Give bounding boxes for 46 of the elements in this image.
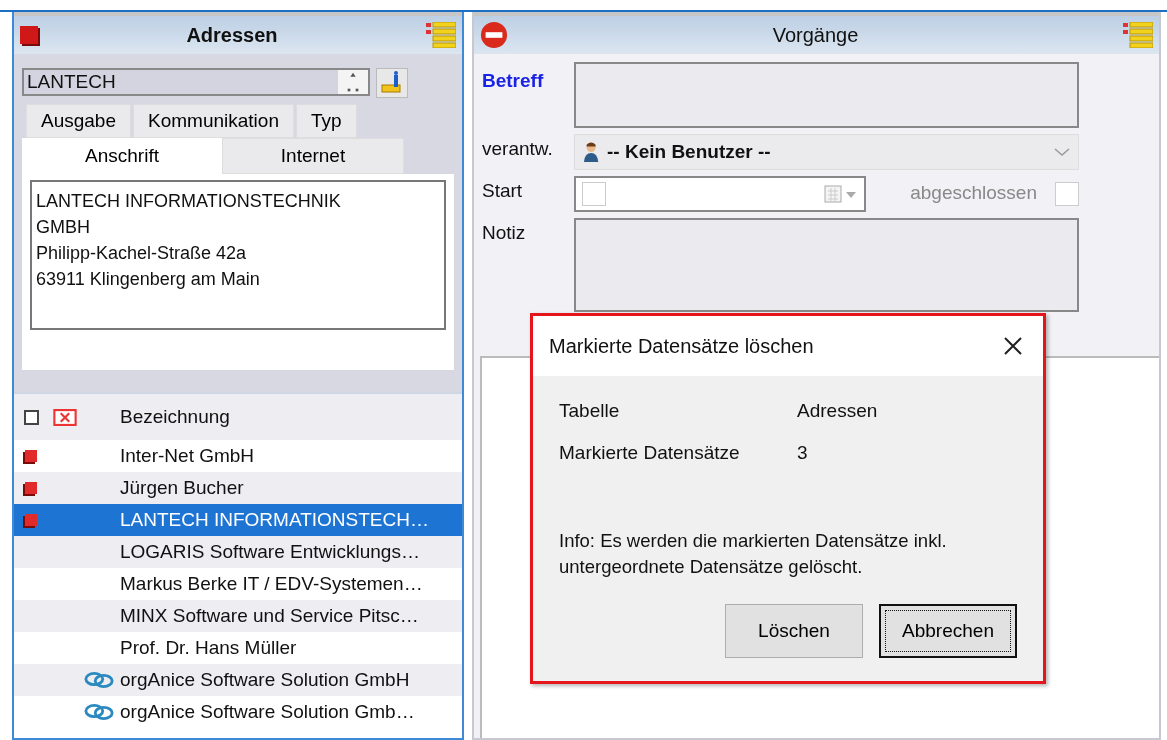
spinner-icon[interactable] — [338, 70, 368, 94]
checkbox[interactable] — [582, 182, 606, 206]
tab[interactable]: Ausgabe — [26, 104, 131, 138]
user-icon — [583, 140, 601, 164]
panel-title: Adressen — [185, 23, 279, 47]
list-icon[interactable] — [426, 22, 456, 48]
stop-icon[interactable] — [480, 21, 508, 49]
field-label: verantw. — [482, 137, 554, 160]
dialog-button[interactable]: Löschen — [725, 604, 863, 658]
dialog-title: Markierte Datensätze löschen — [549, 334, 814, 358]
chevron-down-icon[interactable] — [1054, 147, 1070, 157]
field-label: Start — [482, 179, 524, 202]
info-text: Info: Es werden die markierten Datensätze inkl. untergeordnete Datensätze gelöscht. — [559, 529, 948, 579]
delete-mark-icon[interactable] — [53, 408, 77, 426]
address-field[interactable]: LANTECH INFORMATIONSTECHNIK GMBH Philipp-Kachel-Straße 42a 63911 Klingenberg am Main — [30, 180, 446, 330]
table-row[interactable]: MINX Software und Service Pitsc… — [14, 600, 462, 632]
checkbox-icon[interactable] — [23, 409, 39, 425]
checkbox[interactable] — [1055, 182, 1079, 206]
table-row[interactable]: orgAnice Software Solution GmbH — [14, 664, 462, 696]
tab[interactable]: Typ — [295, 104, 357, 138]
field-value: Adressen — [797, 400, 878, 423]
tab[interactable]: Anschrift — [22, 138, 222, 174]
field-label: Notiz — [482, 221, 527, 244]
subject-field[interactable] — [574, 62, 1079, 128]
close-icon[interactable] — [1003, 336, 1023, 356]
list-icon[interactable] — [1123, 22, 1153, 48]
date-field[interactable] — [574, 176, 866, 212]
column-header[interactable]: Bezeichnung — [116, 406, 462, 428]
field-label: Markierte Datensätze — [559, 442, 741, 465]
table-row[interactable]: Jürgen Bucher — [14, 472, 462, 504]
field-label: Tabelle — [559, 400, 621, 423]
note-field[interactable] — [574, 218, 1079, 312]
field-label: Betreff — [482, 69, 545, 92]
table-row[interactable]: LOGARIS Software Entwicklungs… — [14, 536, 462, 568]
calendar-icon[interactable] — [824, 184, 858, 204]
record-icon — [20, 26, 38, 44]
dialog-button[interactable]: Abbrechen — [879, 604, 1017, 658]
table-row[interactable]: LANTECH INFORMATIONSTECH… — [14, 504, 462, 536]
info-button[interactable] — [376, 68, 408, 98]
panel-title: Vorgänge — [771, 23, 860, 47]
search-field[interactable]: LANTECH — [22, 68, 370, 96]
tab[interactable]: Kommunikation — [133, 104, 294, 138]
tab[interactable]: Internet — [222, 138, 404, 174]
field-value: 3 — [797, 442, 808, 465]
field-label: abgeschlossen — [909, 181, 1037, 204]
owner-dropdown[interactable]: -- Kein Benutzer -- — [574, 134, 1079, 170]
